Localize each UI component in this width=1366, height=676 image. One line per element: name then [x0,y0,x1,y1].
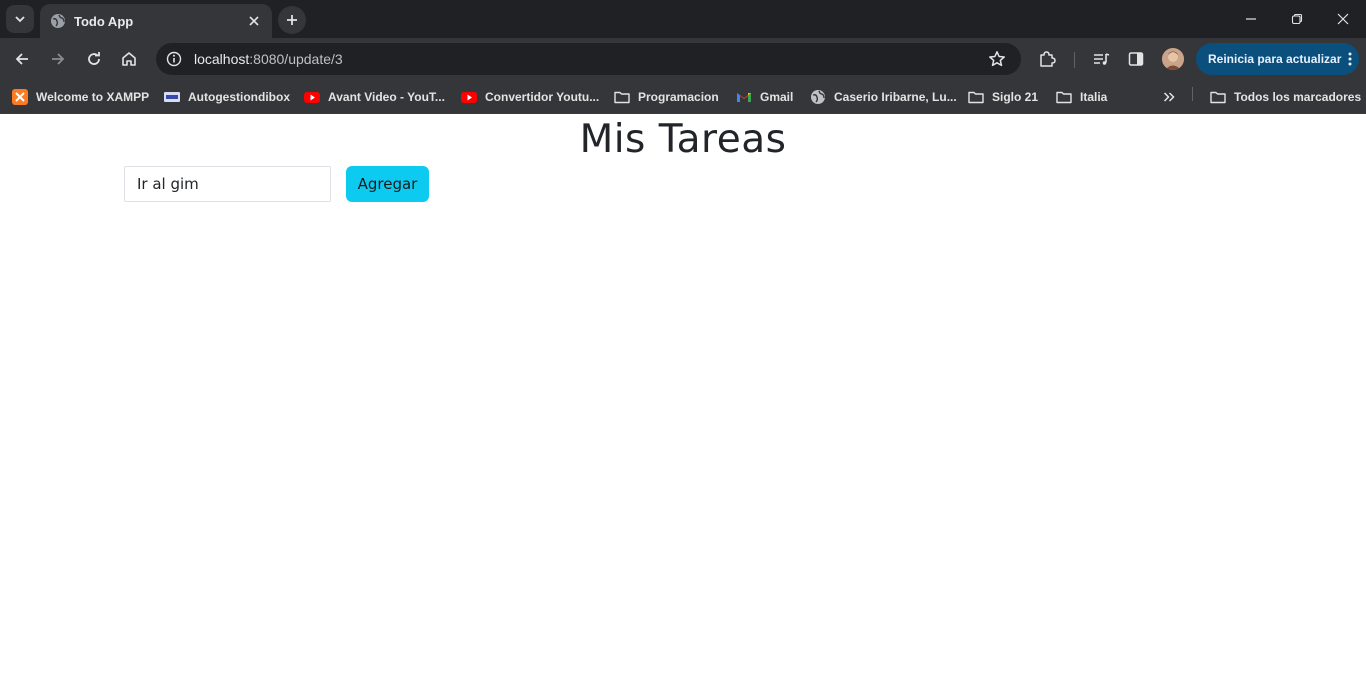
home-icon [122,52,136,66]
bookmark-label: Siglo 21 [992,90,1039,104]
bookmark-label: Convertidor Youtu... [485,90,600,104]
bookmarks-separator [1192,87,1193,101]
restart-to-update-button[interactable]: Reinicia para actualizar [1196,43,1359,75]
page-title: Mis Tareas [579,117,787,162]
tab-strip: Todo App [0,0,1366,38]
side-panel-icon [1128,52,1144,66]
back-button[interactable] [6,43,38,75]
bookmark-label: Programacion [638,90,719,104]
gmail-icon [736,89,752,105]
bookmark-label: Autogestiondibox [188,90,290,104]
double-chevron-right-icon [1161,89,1177,105]
minimize-icon [1246,18,1256,20]
youtube-icon [304,89,320,105]
chevron-down-icon [15,16,25,23]
task-input[interactable] [124,166,331,202]
folder-icon [968,89,984,105]
bookmark-avant-video[interactable]: Avant Video - YouT... [298,85,451,109]
more-vert-icon [1348,52,1352,66]
add-task-button[interactable]: Agregar [346,166,429,202]
minimize-button[interactable] [1228,0,1274,38]
url-path: :8080/update/3 [249,51,343,67]
bookmark-label: Todos los marcadores [1234,90,1362,104]
bookmark-folder-siglo-21[interactable]: Siglo 21 [962,85,1044,109]
bookmark-label: Welcome to XAMPP [36,90,150,104]
plus-icon [287,15,297,25]
close-tab-icon[interactable] [246,13,262,29]
address-bar[interactable]: localhost:8080/update/3 [156,43,1021,75]
bookmarks-bar: Welcome to XAMPP Autogestiondibox Avant … [0,80,1366,114]
folder-icon [1210,89,1226,105]
globe-icon [810,89,826,105]
restore-button[interactable] [1274,0,1320,38]
url-text: localhost:8080/update/3 [194,51,983,67]
bookmark-folder-italia[interactable]: Italia [1050,85,1113,109]
bookmark-star-icon[interactable] [983,45,1011,73]
side-panel-button[interactable] [1120,43,1152,75]
bookmark-caserio-iribarne[interactable]: Caserio Iribarne, Lu... [804,85,963,109]
bookmark-gmail[interactable]: Gmail [730,85,799,109]
bookmark-xampp[interactable]: Welcome to XAMPP [6,85,155,109]
media-control-button[interactable] [1085,43,1117,75]
bookmark-label: Gmail [760,90,794,104]
tab-search-button[interactable] [6,5,34,33]
tab-todo-app[interactable]: Todo App [40,4,272,38]
globe-icon [50,13,66,29]
browser-toolbar: localhost:8080/update/3 Reinicia para ac… [0,38,1366,80]
arrow-left-icon [15,53,28,65]
home-button[interactable] [113,43,145,75]
restore-icon [1291,13,1303,25]
site-info-icon[interactable] [162,47,186,71]
reload-button[interactable] [78,43,110,75]
forward-button[interactable] [42,43,74,75]
folder-icon [614,89,630,105]
bookmark-convertidor-youtube[interactable]: Convertidor Youtu... [455,85,605,109]
more-bookmarks-button[interactable] [1155,85,1191,109]
bookmark-label: Caserio Iribarne, Lu... [834,90,957,104]
xampp-icon [12,89,28,105]
bookmark-label: Avant Video - YouT... [328,90,445,104]
reload-icon [88,52,100,65]
update-label: Reinicia para actualizar [1208,52,1342,66]
arrow-right-icon [52,53,65,65]
youtube-icon [461,89,477,105]
bookmark-label: Italia [1080,90,1108,104]
playlist-music-icon [1094,53,1110,65]
all-bookmarks-button[interactable]: Todos los marcadores [1204,85,1366,109]
puzzle-icon [1040,51,1056,67]
dibox-icon [164,89,180,105]
new-tab-button[interactable] [278,6,306,34]
url-host: localhost [194,51,250,67]
bookmark-autogestiondibox[interactable]: Autogestiondibox [158,85,296,109]
tab-title: Todo App [74,13,134,29]
close-icon [1337,13,1349,25]
toolbar-separator [1074,52,1075,68]
profile-avatar[interactable] [1162,48,1184,70]
close-window-button[interactable] [1320,0,1366,38]
page-content: Mis Tareas Agregar [0,114,1366,676]
folder-icon [1056,89,1072,105]
extensions-button[interactable] [1031,43,1063,75]
bookmark-folder-programacion[interactable]: Programacion [608,85,725,109]
